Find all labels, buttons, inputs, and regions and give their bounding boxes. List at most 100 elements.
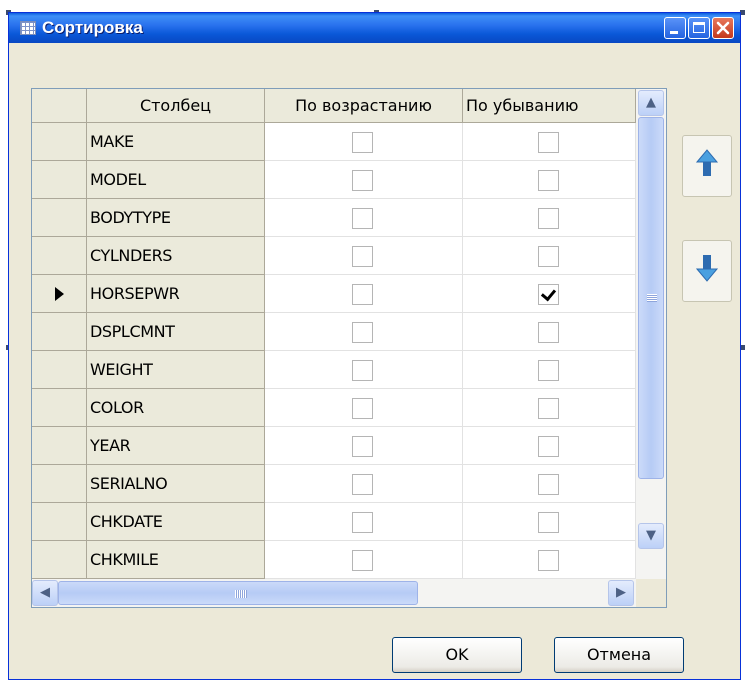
table-icon <box>20 21 36 35</box>
vertical-scroll-thumb[interactable] <box>638 117 664 479</box>
table-row[interactable]: YEAR <box>32 427 636 465</box>
row-header[interactable] <box>32 465 87 503</box>
column-name-cell: SERIALNO <box>87 465 265 503</box>
column-header-name[interactable]: Столбец <box>87 89 265 123</box>
row-header[interactable] <box>32 237 87 275</box>
ascending-checkbox[interactable] <box>352 550 373 571</box>
descending-checkbox[interactable] <box>538 360 559 381</box>
grip-icon <box>647 294 657 302</box>
descending-checkbox[interactable] <box>538 132 559 153</box>
descending-checkbox[interactable] <box>538 550 559 571</box>
ascending-checkbox[interactable] <box>352 246 373 267</box>
row-header[interactable] <box>32 313 87 351</box>
scroll-down-button[interactable]: ▼ <box>638 523 664 549</box>
table-row[interactable]: COLOR <box>32 389 636 427</box>
descending-cell <box>463 199 636 237</box>
ascending-checkbox[interactable] <box>352 284 373 305</box>
ascending-checkbox[interactable] <box>352 474 373 495</box>
row-header[interactable] <box>32 427 87 465</box>
descending-checkbox[interactable] <box>538 512 559 533</box>
ascending-checkbox[interactable] <box>352 436 373 457</box>
row-header[interactable] <box>32 503 87 541</box>
arrow-down-icon <box>695 255 719 282</box>
sort-dialog: Сортировка Столбец По возрастанию По убы… <box>8 12 741 680</box>
column-name-cell: CYLNDERS <box>87 237 265 275</box>
descending-cell <box>463 465 636 503</box>
vertical-scrollbar[interactable]: ▲ ▼ <box>636 89 666 607</box>
row-header[interactable] <box>32 123 87 161</box>
table-row[interactable]: WEIGHT <box>32 351 636 389</box>
descending-cell <box>463 313 636 351</box>
descending-checkbox[interactable] <box>538 208 559 229</box>
minimize-button[interactable] <box>664 17 686 39</box>
descending-checkbox[interactable] <box>538 284 559 305</box>
ok-button[interactable]: OK <box>392 637 522 673</box>
ascending-cell <box>265 123 463 161</box>
scroll-up-button[interactable]: ▲ <box>638 90 664 116</box>
table-row[interactable]: MODEL <box>32 161 636 199</box>
column-name-cell: YEAR <box>87 427 265 465</box>
descending-checkbox[interactable] <box>538 170 559 191</box>
table-row[interactable]: HORSEPWR <box>32 275 636 313</box>
sort-grid[interactable]: Столбец По возрастанию По убыванию MAKE M… <box>31 88 667 608</box>
header-corner <box>32 89 87 123</box>
table-row[interactable]: BODYTYPE <box>32 199 636 237</box>
table-row[interactable]: SERIALNO <box>32 465 636 503</box>
ascending-cell <box>265 237 463 275</box>
move-up-button[interactable] <box>682 135 732 197</box>
column-name-cell: MAKE <box>87 123 265 161</box>
descending-cell <box>463 541 636 579</box>
row-header[interactable] <box>32 199 87 237</box>
ascending-checkbox[interactable] <box>352 132 373 153</box>
column-name-cell: DSPLCMNT <box>87 313 265 351</box>
move-down-button[interactable] <box>682 240 732 302</box>
horizontal-scroll-thumb[interactable] <box>58 581 418 605</box>
grip-icon <box>235 590 247 598</box>
descending-cell <box>463 503 636 541</box>
cancel-button[interactable]: Отмена <box>554 637 684 673</box>
table-row[interactable]: MAKE <box>32 123 636 161</box>
table-row[interactable]: DSPLCMNT <box>32 313 636 351</box>
arrow-up-icon <box>695 149 719 176</box>
column-header-ascending[interactable]: По возрастанию <box>265 89 463 123</box>
descending-checkbox[interactable] <box>538 474 559 495</box>
title-bar[interactable]: Сортировка <box>9 13 740 43</box>
row-header[interactable] <box>32 351 87 389</box>
descending-checkbox[interactable] <box>538 246 559 267</box>
column-name-cell: MODEL <box>87 161 265 199</box>
ascending-checkbox[interactable] <box>352 398 373 419</box>
descending-cell <box>463 389 636 427</box>
maximize-button[interactable] <box>688 17 710 39</box>
descending-checkbox[interactable] <box>538 436 559 457</box>
ascending-cell <box>265 465 463 503</box>
scroll-left-button[interactable]: ◀ <box>32 580 58 606</box>
ascending-cell <box>265 275 463 313</box>
ascending-cell <box>265 389 463 427</box>
row-header[interactable] <box>32 275 87 313</box>
row-header[interactable] <box>32 541 87 579</box>
maximize-icon <box>693 22 705 33</box>
table-row[interactable]: CHKDATE <box>32 503 636 541</box>
ascending-checkbox[interactable] <box>352 512 373 533</box>
descending-cell <box>463 275 636 313</box>
descending-checkbox[interactable] <box>538 322 559 343</box>
ascending-checkbox[interactable] <box>352 360 373 381</box>
horizontal-scrollbar[interactable]: ◀ ▶ <box>32 579 636 607</box>
descending-checkbox[interactable] <box>538 398 559 419</box>
descending-cell <box>463 237 636 275</box>
ascending-checkbox[interactable] <box>352 322 373 343</box>
column-header-descending[interactable]: По убыванию <box>463 89 636 123</box>
column-name-cell: CHKMILE <box>87 541 265 579</box>
row-header[interactable] <box>32 161 87 199</box>
descending-cell <box>463 427 636 465</box>
ascending-cell <box>265 541 463 579</box>
table-row[interactable]: CHKMILE <box>32 541 636 579</box>
table-row[interactable]: CYLNDERS <box>32 237 636 275</box>
row-header[interactable] <box>32 389 87 427</box>
ascending-cell <box>265 313 463 351</box>
scroll-right-button[interactable]: ▶ <box>608 580 634 606</box>
ascending-cell <box>265 161 463 199</box>
ascending-checkbox[interactable] <box>352 170 373 191</box>
ascending-checkbox[interactable] <box>352 208 373 229</box>
close-button[interactable] <box>712 17 734 39</box>
